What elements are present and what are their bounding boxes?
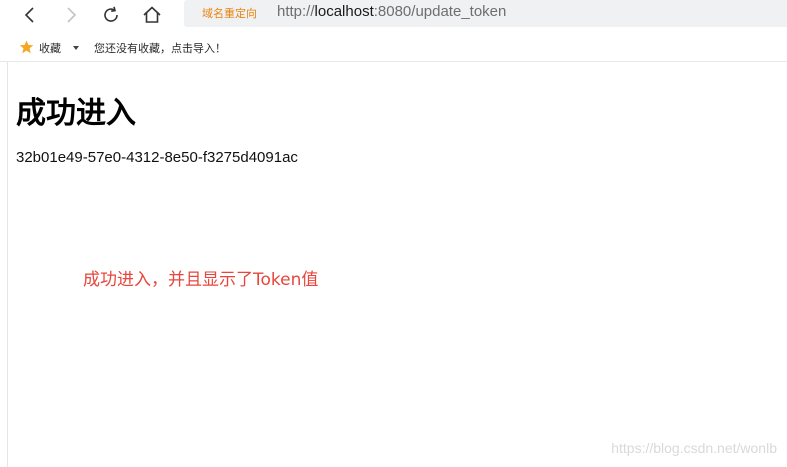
annotation-text: 成功进入，并且显示了Token值 — [83, 270, 319, 290]
page-title: 成功进入 — [16, 96, 136, 131]
reload-icon — [104, 6, 118, 22]
watermark: https://blog.csdn.net/wonlb — [611, 440, 777, 456]
forward-button[interactable] — [58, 2, 84, 28]
url-prefix: http:// — [277, 3, 315, 20]
url-host: localhost — [314, 3, 374, 20]
bookmarks-bar: 收藏 您还没有收藏，点击导入！ — [0, 32, 787, 62]
caret-down-icon[interactable] — [73, 46, 79, 50]
home-button[interactable] — [139, 2, 165, 28]
page-left-border — [7, 62, 8, 467]
browser-toolbar: 域名重定向 http://localhost:8080/update_token — [0, 0, 787, 32]
redirect-tag[interactable]: 域名重定向 — [202, 5, 257, 21]
address-bar[interactable]: 域名重定向 http://localhost:8080/update_token — [184, 0, 787, 27]
bookmarks-import-link[interactable]: 您还没有收藏，点击导入！ — [94, 40, 226, 56]
url-rest: :8080/update_token — [373, 3, 507, 20]
home-icon — [143, 6, 161, 23]
token-value: 32b01e49-57e0-4312-8e50-f3275d4091ac — [16, 149, 298, 166]
star-icon — [19, 40, 34, 54]
url-text[interactable]: http://localhost:8080/update_token — [277, 3, 506, 20]
bookmarks-menu-label[interactable]: 收藏 — [39, 40, 61, 56]
forward-arrow-icon — [67, 7, 77, 23]
back-button[interactable] — [17, 2, 43, 28]
back-arrow-icon — [24, 7, 34, 23]
reload-button[interactable] — [98, 2, 124, 28]
